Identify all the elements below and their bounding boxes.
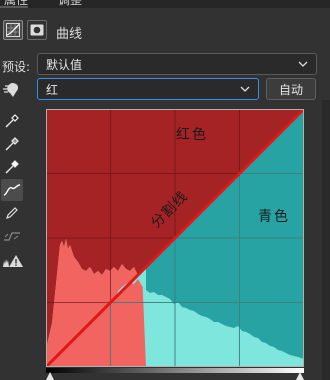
chevron-down-icon (240, 86, 250, 92)
chevron-down-icon (298, 61, 308, 67)
gradient-bar (46, 368, 304, 373)
curves-grid-icon (6, 23, 20, 37)
upper-region-label: 红色 (176, 127, 208, 143)
curve-edit-icon[interactable] (1, 179, 23, 201)
eyedropper-gray-icon[interactable] (1, 133, 23, 155)
channel-select[interactable]: 红 (37, 78, 259, 100)
tab-active-indicator (0, 6, 28, 8)
input-slider[interactable] (46, 368, 304, 380)
pencil-icon[interactable] (1, 202, 23, 224)
tab-adjustments[interactable]: 调整 (58, 0, 82, 7)
preset-label: 预设: (2, 60, 31, 74)
panel-title: 曲线 (56, 27, 83, 42)
smooth-icon[interactable] (1, 225, 23, 247)
black-point-handle[interactable] (46, 372, 54, 380)
preset-value: 默认值 (46, 57, 83, 72)
layer-mask-button[interactable] (27, 20, 47, 40)
channel-value: 红 (46, 82, 59, 97)
eyedropper-white-icon[interactable] (1, 156, 23, 178)
auto-button[interactable]: 自动 (266, 78, 316, 100)
preset-select[interactable]: 默认值 (37, 53, 317, 75)
lower-region-label: 青色 (258, 209, 290, 225)
scrollbar[interactable] (322, 100, 330, 380)
clipping-warning-icon[interactable] (1, 250, 25, 272)
mask-icon (30, 24, 44, 36)
eyedropper-black-icon[interactable] (1, 110, 23, 132)
curves-graph[interactable] (46, 109, 304, 367)
curves-adjustment-icon[interactable] (3, 20, 23, 40)
white-point-handle[interactable] (296, 372, 304, 380)
target-adjustment-icon[interactable] (2, 80, 24, 100)
tab-strip (0, 0, 330, 8)
